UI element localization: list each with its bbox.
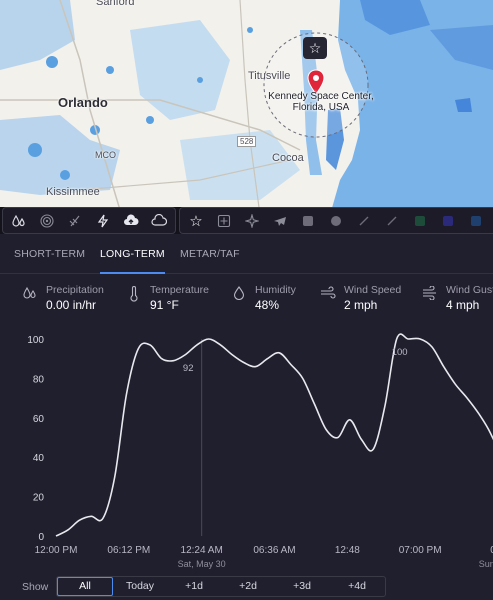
map-toolbar: ☆ — [0, 207, 493, 234]
pin-location-label: Kennedy Space Center, Florida, USA — [268, 91, 374, 113]
x-tick-label: 12:48 — [335, 545, 360, 556]
color-swatch-blue[interactable] — [462, 208, 490, 233]
map-label-cocoa: Cocoa — [272, 152, 304, 164]
color-swatch-green[interactable] — [406, 208, 434, 233]
x-tick-label: 12:24 AM — [181, 545, 223, 556]
star-icon[interactable]: ☆ — [182, 208, 210, 233]
range-button-all[interactable]: All — [57, 577, 113, 596]
square-icon[interactable] — [294, 208, 322, 233]
x-tick-sublabel: Sun, M — [479, 559, 493, 569]
range-selector: Show All Today +1d +2d +3d +4d — [0, 575, 493, 600]
airplane-icon[interactable] — [266, 208, 294, 233]
metric-label: Precipitation — [46, 284, 104, 296]
circle-icon[interactable] — [322, 208, 350, 233]
color-swatch-indigo[interactable] — [434, 208, 462, 233]
map-route-shield: 528 — [237, 136, 257, 147]
favorite-star-button[interactable]: ☆ — [303, 37, 327, 59]
map-label-orlando: Orlando — [58, 95, 108, 110]
y-tick-label: 100 — [27, 335, 44, 346]
range-button-3d[interactable]: +3d — [275, 577, 329, 596]
range-button-group: All Today +1d +2d +3d +4d — [56, 576, 386, 597]
range-button-today[interactable]: Today — [113, 577, 167, 596]
x-tick-label: 07:00 PM — [399, 545, 442, 556]
x-tick-sublabel: Sat, May 30 — [178, 559, 226, 569]
map-label-kissimmee: Kissimmee — [46, 186, 100, 198]
y-tick-label: 60 — [33, 414, 45, 425]
wind-icon — [320, 286, 336, 302]
cloud-cover-chart[interactable]: 02040608010092100268012:00 PM06:12 PM12:… — [0, 325, 493, 575]
y-tick-label: 0 — [38, 532, 44, 543]
layer-tool-group — [2, 207, 176, 234]
x-tick-label: 06:36 AM — [253, 545, 295, 556]
forecast-tabs: SHORT-TERM LONG-TERM METAR/TAF — [0, 234, 493, 274]
metric-value: 4 mph — [446, 298, 480, 312]
app-root: Sanford Orlando Titusville Cocoa Kissimm… — [0, 0, 493, 600]
star-icon: ☆ — [308, 39, 322, 56]
data-label: 92 — [183, 363, 194, 374]
range-button-2d[interactable]: +2d — [221, 577, 275, 596]
wind-icon[interactable] — [61, 208, 89, 233]
line-icon[interactable] — [350, 208, 378, 233]
metric-label: Humidity — [255, 284, 296, 296]
draw-tool-group: ☆ — [179, 207, 493, 234]
tab-metar-taf[interactable]: METAR/TAF — [180, 234, 240, 274]
metric-value: 91 °F — [150, 298, 179, 312]
x-tick-label: 12:00 PM — [35, 545, 78, 556]
line-icon[interactable] — [378, 208, 406, 233]
metric-value: 0.00 in/hr — [46, 298, 97, 312]
thermometer-icon — [126, 286, 142, 302]
metric-value: 2 mph — [344, 298, 378, 312]
metric-value: 48% — [255, 298, 280, 312]
y-tick-label: 20 — [33, 493, 45, 504]
radar-icon[interactable] — [33, 208, 61, 233]
map-label-titusville: Titusville — [248, 70, 291, 82]
cloud-cover-series-line — [55, 333, 493, 537]
cloud-icon[interactable] — [145, 208, 173, 233]
show-label: Show — [22, 581, 49, 593]
range-button-4d[interactable]: +4d — [329, 577, 385, 596]
lightning-icon[interactable] — [89, 208, 117, 233]
x-tick-label: 06:12 PM — [107, 545, 150, 556]
sparkle-icon[interactable] — [238, 208, 266, 233]
cloud-upload-icon[interactable] — [117, 208, 145, 233]
tab-short-term[interactable]: SHORT-TERM — [14, 234, 85, 274]
wind-gust-icon — [422, 285, 438, 302]
map-view[interactable]: Sanford Orlando Titusville Cocoa Kissimm… — [0, 0, 493, 215]
data-label: 100 — [392, 347, 408, 358]
precipitation-icon[interactable] — [5, 208, 33, 233]
tab-long-term[interactable]: LONG-TERM — [100, 234, 165, 274]
precipitation-icon — [22, 286, 38, 302]
y-tick-label: 40 — [33, 453, 45, 464]
y-tick-label: 80 — [33, 374, 45, 385]
range-button-1d[interactable]: +1d — [167, 577, 221, 596]
crosshair-box-icon[interactable] — [210, 208, 238, 233]
metric-label: Temperature — [150, 284, 209, 296]
metric-label: Wind Speed — [344, 284, 402, 296]
map-label-sanford: Sanford — [96, 0, 135, 8]
map-label-mco: MCO — [95, 150, 116, 160]
metric-label: Wind Gust — [446, 284, 493, 296]
droplet-icon — [231, 286, 247, 302]
